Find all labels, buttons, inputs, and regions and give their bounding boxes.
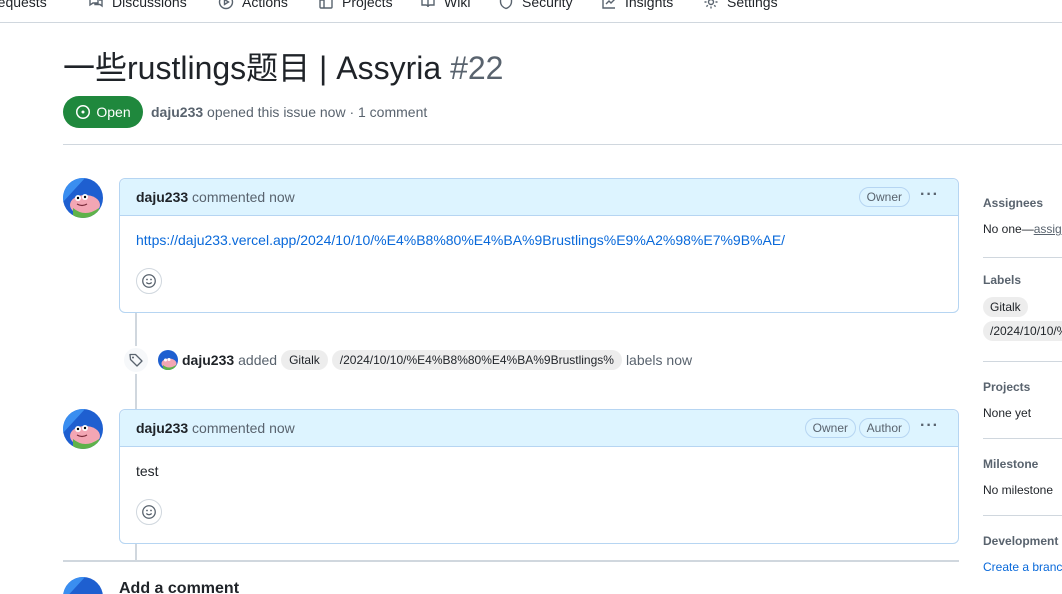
owner-badge: Owner bbox=[804, 418, 856, 438]
smiley-icon bbox=[142, 274, 156, 288]
issue-opened-icon bbox=[76, 105, 91, 119]
projects-heading[interactable]: Projects bbox=[983, 380, 1062, 394]
sidebar-development: Development Create a branch bbox=[983, 534, 1062, 574]
gear-icon bbox=[704, 0, 718, 9]
event-suffix: labels now bbox=[625, 352, 693, 368]
sidebar-divider bbox=[983, 438, 1062, 439]
issue-number: #22 bbox=[450, 50, 504, 86]
sidebar-divider bbox=[983, 515, 1062, 516]
header-divider bbox=[63, 144, 1062, 145]
labels-heading[interactable]: Labels bbox=[983, 273, 1062, 287]
avatar[interactable] bbox=[63, 409, 103, 449]
add-reaction-button[interactable] bbox=[136, 499, 162, 525]
comment-header: daju233 commented now Owner Author ··· bbox=[120, 410, 958, 447]
add-comment-heading: Add a comment bbox=[119, 580, 240, 594]
label-path[interactable]: /2024/10/10/%E4%B8%80%E4%BA%9Brustlings% bbox=[331, 350, 622, 370]
nav-security[interactable]: Security bbox=[498, 0, 573, 12]
avatar-patrick-icon bbox=[158, 350, 178, 370]
label-event: daju233 added Gitalk /2024/10/10/%E4%B8%… bbox=[122, 346, 692, 374]
sidebar-divider bbox=[983, 257, 1062, 258]
avatar[interactable] bbox=[63, 577, 103, 594]
nav-insights[interactable]: Insights bbox=[601, 0, 673, 12]
comment-options-icon[interactable]: ··· bbox=[920, 418, 939, 434]
issue-title: 一些rustlings题目 | Assyria #22 bbox=[63, 50, 504, 86]
smiley-icon bbox=[142, 505, 156, 519]
assign-yourself-link[interactable]: assign yourself bbox=[1034, 222, 1062, 236]
nav-wiki[interactable]: Wiki bbox=[420, 0, 470, 12]
shield-icon bbox=[499, 0, 513, 10]
comment-body: https://daju233.vercel.app/2024/10/10/%E… bbox=[120, 216, 958, 313]
sidebar-labels: Labels Gitalk /2024/10/10/%E4%B8%80%E4%B… bbox=[983, 273, 1062, 341]
event-verb: added bbox=[238, 352, 278, 368]
avatar-patrick-icon bbox=[63, 178, 103, 218]
issue-meta: daju233 opened this issue now · 1 commen… bbox=[151, 104, 428, 120]
issue-sidebar: Assignees No one—assign yourself Labels … bbox=[983, 180, 1062, 594]
author-badge: Author bbox=[858, 418, 910, 438]
repo-nav: requests Discussions Actions Projects Wi… bbox=[0, 0, 1062, 23]
table-icon bbox=[319, 0, 333, 9]
comment-link[interactable]: https://daju233.vercel.app/2024/10/10/%E… bbox=[136, 232, 785, 248]
comment-header: daju233 commented now Owner ··· bbox=[120, 179, 958, 216]
development-heading[interactable]: Development bbox=[983, 534, 1062, 548]
nav-actions[interactable]: Actions bbox=[218, 0, 288, 12]
tag-icon bbox=[129, 353, 143, 367]
nav-projects[interactable]: Projects bbox=[318, 0, 393, 12]
avatar[interactable] bbox=[158, 350, 178, 370]
comment-author[interactable]: daju233 bbox=[136, 189, 188, 205]
nav-pull-requests[interactable]: requests bbox=[0, 0, 47, 12]
avatar[interactable] bbox=[63, 178, 103, 218]
assignees-heading[interactable]: Assignees bbox=[983, 196, 1062, 210]
create-branch-link[interactable]: Create a branch bbox=[983, 560, 1062, 574]
event-author[interactable]: daju233 bbox=[182, 352, 234, 368]
comment-card: daju233 commented now Owner ··· https://… bbox=[119, 178, 959, 313]
avatar-patrick-icon bbox=[63, 577, 103, 594]
book-icon bbox=[421, 0, 435, 8]
sidebar-milestone: Milestone No milestone bbox=[983, 457, 1062, 497]
nav-settings[interactable]: Settings bbox=[703, 0, 778, 12]
milestone-value: No milestone bbox=[983, 483, 1054, 497]
sidebar-label-path[interactable]: /2024/10/10/%E4%B8%80%E4%BA%9Brustlings% bbox=[983, 321, 1062, 341]
add-reaction-button[interactable] bbox=[136, 268, 162, 294]
timeline-line bbox=[135, 543, 137, 560]
sidebar-label-gitalk[interactable]: Gitalk bbox=[983, 297, 1028, 317]
play-icon bbox=[218, 0, 234, 10]
sidebar-divider bbox=[983, 361, 1062, 362]
issue-state-badge: Open bbox=[63, 96, 143, 128]
projects-value: None yet bbox=[983, 406, 1032, 420]
comment-card: daju233 commented now Owner Author ··· t… bbox=[119, 409, 959, 544]
avatar-patrick-icon bbox=[63, 409, 103, 449]
sidebar-assignees: Assignees No one—assign yourself bbox=[983, 196, 1062, 236]
sidebar-projects: Projects None yet bbox=[983, 380, 1062, 420]
timeline-end-rule bbox=[63, 560, 959, 562]
comment-body: test bbox=[120, 447, 958, 544]
owner-badge: Owner bbox=[858, 187, 910, 207]
nav-discussions[interactable]: Discussions bbox=[88, 0, 187, 12]
issue-author-link[interactable]: daju233 bbox=[151, 104, 203, 120]
tag-icon-circle bbox=[122, 346, 150, 374]
comment-options-icon[interactable]: ··· bbox=[920, 187, 939, 203]
comment-author[interactable]: daju233 bbox=[136, 420, 188, 436]
comment-text: test bbox=[136, 463, 159, 479]
milestone-heading[interactable]: Milestone bbox=[983, 457, 1062, 471]
discussion-icon bbox=[89, 0, 103, 8]
label-gitalk[interactable]: Gitalk bbox=[281, 350, 328, 370]
graph-icon bbox=[602, 0, 615, 9]
